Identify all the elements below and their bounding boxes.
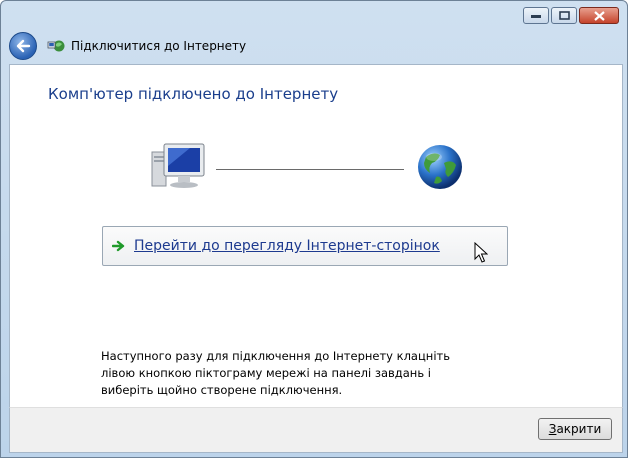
- page-heading: Комп'ютер підключено до Інтернету: [48, 85, 339, 103]
- caption-buttons: [523, 7, 619, 24]
- footer-bar: Закрити: [9, 407, 623, 453]
- network-icon: [47, 40, 65, 52]
- globe-icon: [418, 145, 462, 189]
- computer-icon: [151, 143, 205, 188]
- minimize-icon: [531, 14, 541, 18]
- close-button[interactable]: Закрити: [538, 418, 612, 440]
- back-arrow-icon: [16, 39, 31, 53]
- content-area: Комп'ютер підключено до Інтернету Перейт…: [9, 64, 623, 408]
- close-button-access-key: З: [548, 422, 557, 436]
- dialog-window: Підключитися до Інтернету Комп'ютер підк…: [0, 0, 628, 458]
- connection-line: [216, 169, 404, 170]
- green-arrow-icon: [112, 240, 125, 252]
- minimize-button[interactable]: [523, 7, 549, 24]
- browse-internet-link-label: Перейти до перегляду Інтернет-сторінок: [134, 238, 440, 254]
- mouse-pointer-icon: [474, 242, 488, 263]
- info-text: Наступного разу для підключення до Інтер…: [101, 349, 450, 397]
- navigation-bar: Підключитися до Інтернету: [7, 29, 621, 63]
- close-window-button[interactable]: [579, 7, 619, 24]
- close-button-label: акрити: [556, 422, 602, 436]
- window-title: Підключитися до Інтернету: [71, 39, 247, 53]
- close-icon: [593, 10, 605, 21]
- browse-internet-link[interactable]: Перейти до перегляду Інтернет-сторінок: [102, 226, 508, 266]
- maximize-icon: [558, 11, 570, 20]
- maximize-button[interactable]: [551, 7, 577, 24]
- back-button[interactable]: [9, 32, 37, 60]
